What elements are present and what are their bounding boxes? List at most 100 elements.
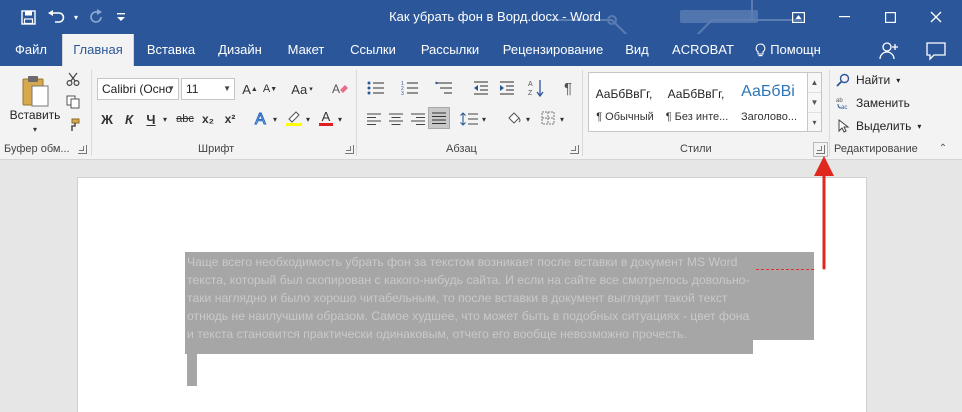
copy-icon[interactable] [64,93,82,111]
align-left-icon[interactable] [364,110,384,128]
paragraph-dialog-launcher[interactable] [570,145,579,154]
font-color-swatch [319,123,333,126]
font-name-value: Calibri (Осно [102,82,172,96]
tab-tell-me[interactable]: Помощн [748,34,828,66]
underline-button[interactable]: Ч [142,110,160,128]
sort-icon[interactable]: AZ [526,76,546,100]
lightbulb-icon [755,42,766,56]
save-icon[interactable] [14,0,42,34]
replace-button[interactable]: ab ac Заменить [836,96,910,110]
tab-view[interactable]: Вид [618,34,656,66]
font-size-combo[interactable]: 11 ▼ [181,78,235,100]
customize-qat-icon[interactable] [110,0,132,34]
font-size-value: 11 [186,82,199,96]
svg-text:ab: ab [836,98,843,104]
styles-group-label: Стили [680,143,712,155]
more-styles-icon[interactable]: ▾ [808,113,821,133]
justify-icon[interactable] [428,107,450,129]
text-effects-dropdown-icon[interactable]: ▾ [271,112,279,126]
decrease-indent-icon[interactable] [470,78,492,98]
style-no-spacing[interactable]: АаБбВвГг, ¶ Без инте... [661,73,733,131]
window-title: Как убрать фон в Ворд.docx - Word [389,9,601,24]
multilevel-list-icon[interactable] [432,78,456,98]
select-button[interactable]: Выделить ▾ [836,119,921,133]
scroll-up-icon[interactable]: ▲ [808,73,821,93]
clear-formatting-icon[interactable]: A [330,79,350,99]
paragraph-line[interactable]: текста, который был скопирован с какого-… [187,271,814,289]
group-divider [356,70,357,156]
tab-insert[interactable]: Вставка [140,34,202,66]
tab-review[interactable]: Рецензирование [497,34,609,66]
bold-button[interactable]: Ж [98,110,116,128]
paragraph-line[interactable]: отнюдь не наилучшим образом. Самое худше… [187,307,814,325]
paragraph-line[interactable]: таки наглядно и было хорошо читабельным,… [187,289,814,307]
ribbon-display-options-icon[interactable] [775,0,821,34]
align-center-icon[interactable] [386,110,406,128]
style-heading-1[interactable]: АаБбВі Заголово... [733,73,807,131]
styles-gallery: АаБбВвГг, ¶ Обычный АаБбВвГг, ¶ Без инте… [588,72,808,132]
maximize-icon[interactable] [867,0,913,34]
line-spacing-icon[interactable] [458,110,480,128]
svg-text:ac: ac [841,105,847,110]
paragraph-line[interactable]: и текста становится практически одинаков… [187,325,814,343]
highlight-dropdown-icon[interactable]: ▾ [304,112,312,126]
subscript-button[interactable]: x₂ [198,110,218,128]
increase-indent-icon[interactable] [496,78,518,98]
redo-icon[interactable] [82,0,110,34]
borders-icon[interactable] [538,108,558,128]
collapse-ribbon-icon[interactable]: ⌃ [936,142,950,154]
align-right-icon[interactable] [408,110,428,128]
clipboard-dialog-launcher[interactable] [78,145,87,154]
tab-design[interactable]: Дизайн [212,34,268,66]
underline-dropdown-icon[interactable]: ▾ [160,112,170,126]
borders-dropdown-icon[interactable]: ▾ [558,112,566,126]
font-dialog-launcher[interactable] [345,145,354,154]
minimize-icon[interactable] [821,0,867,34]
paragraph-line[interactable]: Чаще всего необходимость убрать фон за т… [187,253,814,271]
close-icon[interactable] [913,0,959,34]
numbering-icon[interactable]: 123 [398,78,422,98]
select-label: Выделить [856,119,912,133]
tab-layout[interactable]: Макет [280,34,332,66]
find-dropdown-icon: ▾ [896,75,901,85]
tab-references[interactable]: Ссылки [344,34,402,66]
word-window: ▾ Как убрать фон в Ворд.docx - Word Файл… [0,0,962,412]
format-painter-icon[interactable] [64,116,82,134]
share-user-icon[interactable] [879,41,899,61]
comments-icon[interactable] [925,41,947,61]
strikethrough-button[interactable]: abc [174,110,196,128]
line-spacing-dropdown-icon[interactable]: ▾ [480,112,488,126]
shading-icon[interactable] [504,108,524,128]
italic-button[interactable]: К [120,110,138,128]
tab-acrobat[interactable]: ACROBAT [668,34,738,66]
show-formatting-marks-icon[interactable]: ¶ [558,78,578,98]
shading-dropdown-icon[interactable]: ▾ [524,112,532,126]
cut-icon[interactable] [64,70,82,88]
tab-home[interactable]: Главная [62,34,134,66]
font-color-button[interactable]: A [316,108,336,128]
font-color-dropdown-icon[interactable]: ▾ [336,112,344,126]
grow-font-icon[interactable]: A ▲ [241,80,259,98]
search-icon [836,73,850,87]
undo-dropdown-icon[interactable]: ▾ [70,0,82,34]
shrink-font-icon[interactable]: A ▼ [261,80,279,98]
style-name: ¶ Обычный [596,111,654,123]
style-normal[interactable]: АаБбВвГг, ¶ Обычный [589,73,661,131]
scroll-down-icon[interactable]: ▼ [808,93,821,113]
svg-text:Z: Z [528,90,533,97]
bullets-icon[interactable] [364,78,388,98]
superscript-button[interactable]: x² [220,110,240,128]
tab-mailings[interactable]: Рассылки [414,34,486,66]
paste-button-label[interactable]: Вставить [8,108,62,122]
tab-file[interactable]: Файл [8,34,54,66]
highlight-color-icon[interactable] [284,108,304,128]
editing-group-label: Редактирование [834,143,918,155]
paste-dropdown-icon[interactable]: ▾ [30,124,40,134]
font-name-combo[interactable]: Calibri (Осно ▼ [97,78,179,100]
chevron-down-icon: ▼ [167,84,175,93]
undo-icon[interactable] [42,0,70,34]
find-button[interactable]: Найти ▾ [836,73,900,87]
text-effects-icon[interactable]: A [251,108,273,128]
change-case-button[interactable]: Aa ▾ [287,80,317,98]
paste-icon[interactable] [18,72,52,110]
